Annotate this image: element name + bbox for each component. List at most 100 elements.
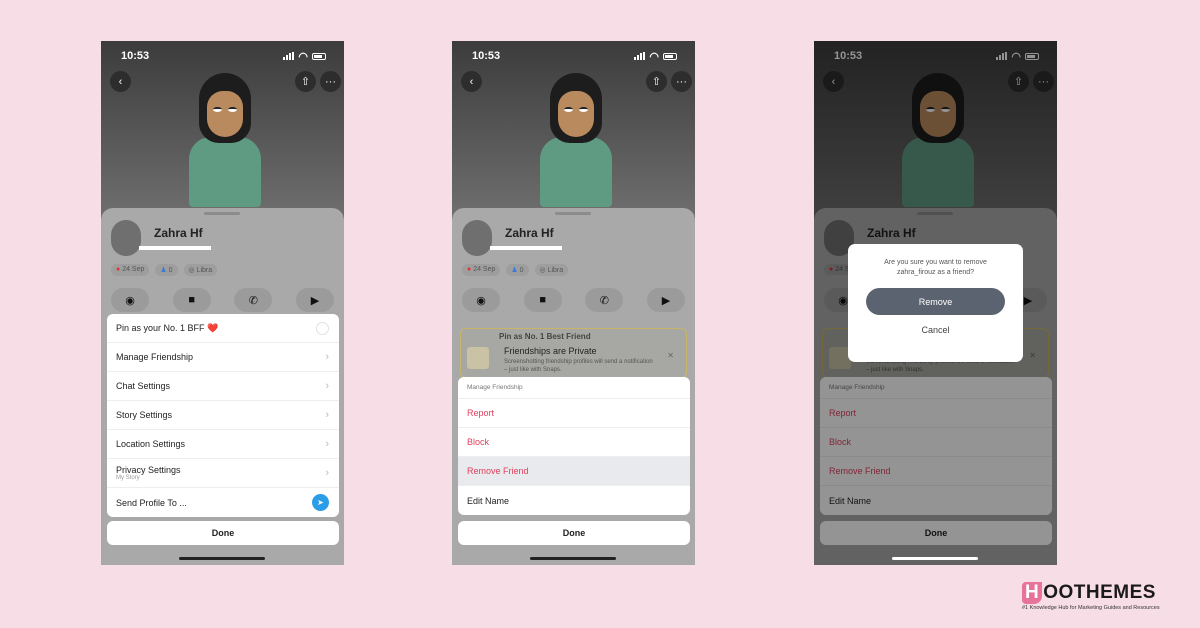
chevron-right-icon: › bbox=[325, 351, 329, 363]
chevron-right-icon: › bbox=[325, 438, 329, 450]
camera-button[interactable]: ◉ bbox=[462, 288, 500, 312]
video-call-button[interactable]: ▶ bbox=[295, 288, 334, 312]
menu-item-chat-settings[interactable]: Chat Settings › bbox=[107, 372, 339, 401]
phone-screen-profile-menu: 10:53 ◠ ‹ ⇧ ··· Zahra Hf ● 24 Sep ♟ 0 ◎ … bbox=[101, 41, 344, 565]
menu-item-manage-friendship[interactable]: Manage Friendship › bbox=[107, 343, 339, 372]
chat-button[interactable]: ■ bbox=[172, 288, 211, 312]
friends-chip[interactable]: ♟ 0 bbox=[506, 264, 529, 276]
confirm-remove-button[interactable]: Remove bbox=[866, 288, 1005, 315]
menu-item-pin-bff[interactable]: Pin as your No. 1 BFF ❤️ bbox=[107, 314, 339, 343]
friends-chip[interactable]: ♟ 0 bbox=[155, 264, 178, 276]
profile-options-menu: Pin as your No. 1 BFF ❤️ Manage Friendsh… bbox=[107, 314, 339, 517]
wifi-icon: ◠ bbox=[298, 50, 308, 63]
chat-icon: ■ bbox=[539, 294, 546, 306]
share-icon: ⇧ bbox=[300, 76, 311, 88]
video-icon: ▶ bbox=[310, 294, 320, 307]
status-bar: 10:53 ◠ bbox=[121, 49, 326, 63]
profile-name: Zahra Hf bbox=[505, 226, 554, 240]
battery-icon bbox=[312, 52, 326, 60]
bitmoji-header: 10:53 ◠ ‹ ⇧ ··· bbox=[452, 41, 695, 216]
profile-avatar bbox=[462, 220, 492, 256]
video-icon: ▶ bbox=[661, 294, 671, 307]
phone-icon: ✆ bbox=[248, 294, 258, 307]
redacted-username bbox=[490, 246, 562, 250]
share-icon: ⇧ bbox=[651, 76, 662, 88]
call-button[interactable]: ✆ bbox=[585, 288, 624, 312]
back-button[interactable]: ‹ bbox=[461, 71, 482, 92]
chevron-right-icon: › bbox=[325, 467, 329, 479]
home-indicator bbox=[179, 557, 265, 560]
brand-tagline: #1 Knowledge Hub for Marketing Guides an… bbox=[1022, 605, 1160, 611]
hoothemes-logo[interactable]: H OOTHEMES #1 Knowledge Hub for Marketing… bbox=[1022, 582, 1160, 611]
friends-icon: ♟ bbox=[511, 267, 518, 274]
balloon-icon: ● bbox=[467, 266, 472, 273]
battery-icon bbox=[663, 52, 677, 60]
phone-icon: ✆ bbox=[599, 294, 609, 307]
more-button[interactable]: ··· bbox=[671, 71, 692, 92]
menu-item-location-settings[interactable]: Location Settings › bbox=[107, 430, 339, 459]
birthday-chip[interactable]: ● 24 Sep bbox=[462, 264, 501, 276]
wifi-icon: ◠ bbox=[649, 50, 659, 63]
bitmoji-avatar bbox=[189, 73, 261, 213]
chat-button[interactable]: ■ bbox=[523, 288, 562, 312]
menu-item-story-settings[interactable]: Story Settings › bbox=[107, 401, 339, 430]
cancel-button[interactable]: Cancel bbox=[848, 325, 1023, 335]
home-indicator bbox=[892, 557, 978, 560]
back-button[interactable]: ‹ bbox=[110, 71, 131, 92]
status-bar: 10:53 ◠ bbox=[472, 49, 677, 63]
balloon-icon: ● bbox=[116, 266, 121, 273]
signal-icon bbox=[283, 52, 295, 60]
menu-item-report[interactable]: Report bbox=[458, 399, 690, 428]
send-icon[interactable]: ➤ bbox=[312, 494, 329, 511]
redacted-username bbox=[139, 246, 211, 250]
chat-icon: ■ bbox=[188, 294, 195, 306]
camera-button[interactable]: ◉ bbox=[111, 288, 149, 312]
status-time: 10:53 bbox=[121, 50, 150, 62]
birthday-chip[interactable]: ● 24 Sep bbox=[111, 264, 150, 276]
dialog-question: Are you sure you want to remove zahra_fi… bbox=[884, 259, 987, 276]
zodiac-chip[interactable]: ◎ Libra bbox=[183, 264, 218, 276]
menu-item-remove-friend[interactable]: Remove Friend bbox=[458, 457, 690, 486]
bitmoji-header: 10:53 ◠ ‹ ⇧ ··· bbox=[101, 41, 344, 216]
share-button[interactable]: ⇧ bbox=[646, 71, 667, 92]
more-button[interactable]: ··· bbox=[320, 71, 341, 92]
chevron-left-icon: ‹ bbox=[118, 75, 123, 88]
menu-item-privacy-settings[interactable]: Privacy Settings My Story › bbox=[107, 459, 339, 488]
share-button[interactable]: ⇧ bbox=[295, 71, 316, 92]
menu-item-block[interactable]: Block bbox=[458, 428, 690, 457]
camera-icon: ◉ bbox=[476, 294, 486, 307]
menu-item-send-profile[interactable]: Send Profile To ... ➤ bbox=[107, 488, 339, 517]
friends-icon: ♟ bbox=[160, 267, 167, 274]
profile-avatar bbox=[111, 220, 141, 256]
menu-item-edit-name[interactable]: Edit Name bbox=[458, 486, 690, 515]
chevron-left-icon: ‹ bbox=[469, 75, 474, 88]
radio-button[interactable] bbox=[316, 321, 329, 335]
drag-handle[interactable] bbox=[204, 212, 240, 215]
ellipsis-icon: ··· bbox=[325, 75, 336, 88]
done-button[interactable]: Done bbox=[107, 521, 339, 545]
zodiac-icon: ◎ bbox=[539, 267, 546, 274]
brand-name: H OOTHEMES bbox=[1022, 582, 1160, 604]
done-button[interactable]: Done bbox=[458, 521, 690, 545]
menu-header: Manage Friendship bbox=[458, 377, 690, 399]
manage-friendship-menu: Manage Friendship Report Block Remove Fr… bbox=[458, 377, 690, 515]
ellipsis-icon: ··· bbox=[676, 75, 687, 88]
phone-screen-manage-friendship: 10:53 ◠ ‹ ⇧ ··· Zahra Hf ● 24 Sep ♟ 0 ◎ … bbox=[452, 41, 695, 565]
close-icon[interactable]: ✕ bbox=[667, 351, 674, 360]
bitmoji-avatar bbox=[540, 73, 612, 213]
drag-handle[interactable] bbox=[555, 212, 591, 215]
friends-illustration-icon bbox=[467, 347, 489, 369]
chevron-right-icon: › bbox=[325, 409, 329, 421]
signal-icon bbox=[634, 52, 646, 60]
zodiac-icon: ◎ bbox=[188, 267, 195, 274]
chevron-right-icon: › bbox=[325, 380, 329, 392]
status-time: 10:53 bbox=[472, 50, 501, 62]
zodiac-chip[interactable]: ◎ Libra bbox=[534, 264, 569, 276]
friendships-private-card: Pin as No. 1 Best Friend Friendships are… bbox=[460, 328, 687, 378]
profile-name: Zahra Hf bbox=[154, 226, 203, 240]
home-indicator bbox=[530, 557, 616, 560]
camera-icon: ◉ bbox=[125, 294, 135, 307]
phone-screen-remove-confirm: 10:53 ◠ ‹ ⇧ ··· Zahra Hf ● 24 Sep ◉ ■ ✆ … bbox=[814, 41, 1057, 565]
call-button[interactable]: ✆ bbox=[234, 288, 273, 312]
video-call-button[interactable]: ▶ bbox=[646, 288, 685, 312]
